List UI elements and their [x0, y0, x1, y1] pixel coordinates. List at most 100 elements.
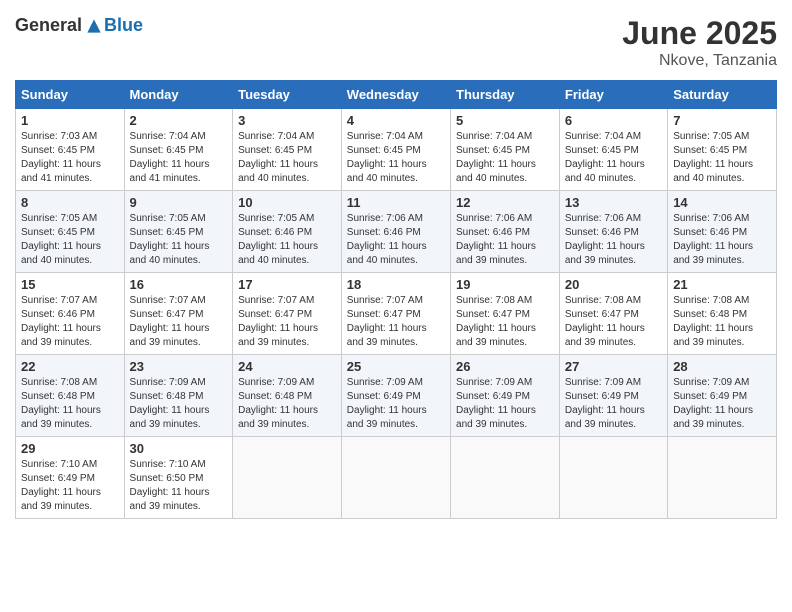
- day-info: Sunrise: 7:05 AMSunset: 6:45 PMDaylight:…: [130, 212, 228, 268]
- calendar-cell: 13 Sunrise: 7:06 AMSunset: 6:46 PMDayligh…: [559, 191, 667, 273]
- calendar-cell: 23 Sunrise: 7:09 AMSunset: 6:48 PMDayligh…: [124, 355, 233, 437]
- day-number: 9: [130, 195, 228, 210]
- calendar-row: 29 Sunrise: 7:10 AMSunset: 6:49 PMDayligh…: [16, 437, 777, 519]
- col-sunday: Sunday: [16, 81, 125, 109]
- day-number: 26: [456, 359, 554, 374]
- calendar-row: 15 Sunrise: 7:07 AMSunset: 6:46 PMDayligh…: [16, 273, 777, 355]
- day-number: 15: [21, 277, 119, 292]
- day-info: Sunrise: 7:08 AMSunset: 6:47 PMDaylight:…: [456, 294, 554, 350]
- day-number: 18: [347, 277, 445, 292]
- calendar-cell: [233, 437, 342, 519]
- day-info: Sunrise: 7:07 AMSunset: 6:46 PMDaylight:…: [21, 294, 119, 350]
- header-row: Sunday Monday Tuesday Wednesday Thursday…: [16, 81, 777, 109]
- day-number: 22: [21, 359, 119, 374]
- calendar-cell: 10 Sunrise: 7:05 AMSunset: 6:46 PMDayligh…: [233, 191, 342, 273]
- calendar-body: 1 Sunrise: 7:03 AMSunset: 6:45 PMDaylight…: [16, 109, 777, 519]
- calendar-cell: [559, 437, 667, 519]
- calendar-cell: [341, 437, 450, 519]
- day-number: 24: [238, 359, 336, 374]
- calendar-cell: 30Sunrise: 7:10 AMSunset: 6:50 PMDayligh…: [124, 437, 233, 519]
- calendar-row: 22 Sunrise: 7:08 AMSunset: 6:48 PMDayligh…: [16, 355, 777, 437]
- day-info: Sunrise: 7:04 AMSunset: 6:45 PMDaylight:…: [456, 130, 554, 186]
- day-number: 19: [456, 277, 554, 292]
- logo-blue: Blue: [104, 15, 143, 36]
- day-number: 30: [130, 441, 228, 456]
- day-number: 1: [21, 113, 119, 128]
- calendar-cell: 9 Sunrise: 7:05 AMSunset: 6:45 PMDaylight…: [124, 191, 233, 273]
- calendar-cell: 26 Sunrise: 7:09 AMSunset: 6:49 PMDayligh…: [451, 355, 560, 437]
- calendar-cell: 17 Sunrise: 7:07 AMSunset: 6:47 PMDayligh…: [233, 273, 342, 355]
- calendar-cell: 22 Sunrise: 7:08 AMSunset: 6:48 PMDayligh…: [16, 355, 125, 437]
- col-monday: Monday: [124, 81, 233, 109]
- day-info: Sunrise: 7:07 AMSunset: 6:47 PMDaylight:…: [130, 294, 228, 350]
- day-info: Sunrise: 7:07 AMSunset: 6:47 PMDaylight:…: [238, 294, 336, 350]
- day-info: Sunrise: 7:09 AMSunset: 6:49 PMDaylight:…: [347, 376, 445, 432]
- day-info: Sunrise: 7:06 AMSunset: 6:46 PMDaylight:…: [347, 212, 445, 268]
- col-saturday: Saturday: [668, 81, 777, 109]
- logo-icon: [84, 16, 104, 36]
- col-friday: Friday: [559, 81, 667, 109]
- day-info: Sunrise: 7:09 AMSunset: 6:49 PMDaylight:…: [673, 376, 771, 432]
- day-info: Sunrise: 7:04 AMSunset: 6:45 PMDaylight:…: [238, 130, 336, 186]
- calendar-cell: 2 Sunrise: 7:04 AMSunset: 6:45 PMDaylight…: [124, 109, 233, 191]
- col-thursday: Thursday: [451, 81, 560, 109]
- calendar-cell: 14Sunrise: 7:06 AMSunset: 6:46 PMDayligh…: [668, 191, 777, 273]
- calendar-cell: 20Sunrise: 7:08 AMSunset: 6:47 PMDayligh…: [559, 273, 667, 355]
- day-info: Sunrise: 7:08 AMSunset: 6:48 PMDaylight:…: [673, 294, 771, 350]
- day-number: 14: [673, 195, 771, 210]
- logo-general: General: [15, 15, 82, 36]
- calendar-cell: 29 Sunrise: 7:10 AMSunset: 6:49 PMDayligh…: [16, 437, 125, 519]
- day-number: 17: [238, 277, 336, 292]
- day-number: 3: [238, 113, 336, 128]
- day-number: 29: [21, 441, 119, 456]
- calendar-cell: 16Sunrise: 7:07 AMSunset: 6:47 PMDayligh…: [124, 273, 233, 355]
- calendar-cell: 11 Sunrise: 7:06 AMSunset: 6:46 PMDayligh…: [341, 191, 450, 273]
- calendar-cell: 15 Sunrise: 7:07 AMSunset: 6:46 PMDayligh…: [16, 273, 125, 355]
- day-number: 27: [565, 359, 662, 374]
- day-info: Sunrise: 7:10 AMSunset: 6:49 PMDaylight:…: [21, 458, 119, 514]
- day-number: 12: [456, 195, 554, 210]
- day-info: Sunrise: 7:08 AMSunset: 6:47 PMDaylight:…: [565, 294, 662, 350]
- title-area: June 2025 Nkove, Tanzania: [622, 15, 777, 70]
- calendar-cell: 8Sunrise: 7:05 AMSunset: 6:45 PMDaylight…: [16, 191, 125, 273]
- calendar-cell: 5 Sunrise: 7:04 AMSunset: 6:45 PMDaylight…: [451, 109, 560, 191]
- calendar-row: 1 Sunrise: 7:03 AMSunset: 6:45 PMDaylight…: [16, 109, 777, 191]
- calendar-cell: 24 Sunrise: 7:09 AMSunset: 6:48 PMDayligh…: [233, 355, 342, 437]
- day-number: 23: [130, 359, 228, 374]
- day-info: Sunrise: 7:09 AMSunset: 6:49 PMDaylight:…: [456, 376, 554, 432]
- calendar-cell: [451, 437, 560, 519]
- day-info: Sunrise: 7:09 AMSunset: 6:49 PMDaylight:…: [565, 376, 662, 432]
- day-info: Sunrise: 7:08 AMSunset: 6:48 PMDaylight:…: [21, 376, 119, 432]
- calendar-cell: 25Sunrise: 7:09 AMSunset: 6:49 PMDayligh…: [341, 355, 450, 437]
- calendar-cell: 7Sunrise: 7:05 AMSunset: 6:45 PMDaylight…: [668, 109, 777, 191]
- calendar-cell: 3 Sunrise: 7:04 AMSunset: 6:45 PMDaylight…: [233, 109, 342, 191]
- day-info: Sunrise: 7:06 AMSunset: 6:46 PMDaylight:…: [565, 212, 662, 268]
- calendar-cell: 19 Sunrise: 7:08 AMSunset: 6:47 PMDayligh…: [451, 273, 560, 355]
- day-number: 13: [565, 195, 662, 210]
- day-info: Sunrise: 7:05 AMSunset: 6:46 PMDaylight:…: [238, 212, 336, 268]
- month-year: June 2025: [622, 15, 777, 52]
- calendar-cell: 1 Sunrise: 7:03 AMSunset: 6:45 PMDaylight…: [16, 109, 125, 191]
- day-number: 7: [673, 113, 771, 128]
- calendar-cell: 28Sunrise: 7:09 AMSunset: 6:49 PMDayligh…: [668, 355, 777, 437]
- day-number: 2: [130, 113, 228, 128]
- day-info: Sunrise: 7:04 AMSunset: 6:45 PMDaylight:…: [565, 130, 662, 186]
- page-header: General Blue June 2025 Nkove, Tanzania: [15, 15, 777, 70]
- logo: General Blue: [15, 15, 143, 36]
- calendar-cell: [668, 437, 777, 519]
- day-number: 11: [347, 195, 445, 210]
- day-info: Sunrise: 7:04 AMSunset: 6:45 PMDaylight:…: [130, 130, 228, 186]
- day-info: Sunrise: 7:07 AMSunset: 6:47 PMDaylight:…: [347, 294, 445, 350]
- calendar-cell: 4Sunrise: 7:04 AMSunset: 6:45 PMDaylight…: [341, 109, 450, 191]
- calendar-cell: 27 Sunrise: 7:09 AMSunset: 6:49 PMDayligh…: [559, 355, 667, 437]
- day-number: 10: [238, 195, 336, 210]
- day-number: 5: [456, 113, 554, 128]
- day-number: 21: [673, 277, 771, 292]
- day-info: Sunrise: 7:09 AMSunset: 6:48 PMDaylight:…: [130, 376, 228, 432]
- calendar-cell: 21 Sunrise: 7:08 AMSunset: 6:48 PMDayligh…: [668, 273, 777, 355]
- day-number: 6: [565, 113, 662, 128]
- day-info: Sunrise: 7:03 AMSunset: 6:45 PMDaylight:…: [21, 130, 119, 186]
- col-wednesday: Wednesday: [341, 81, 450, 109]
- day-info: Sunrise: 7:09 AMSunset: 6:48 PMDaylight:…: [238, 376, 336, 432]
- day-info: Sunrise: 7:05 AMSunset: 6:45 PMDaylight:…: [21, 212, 119, 268]
